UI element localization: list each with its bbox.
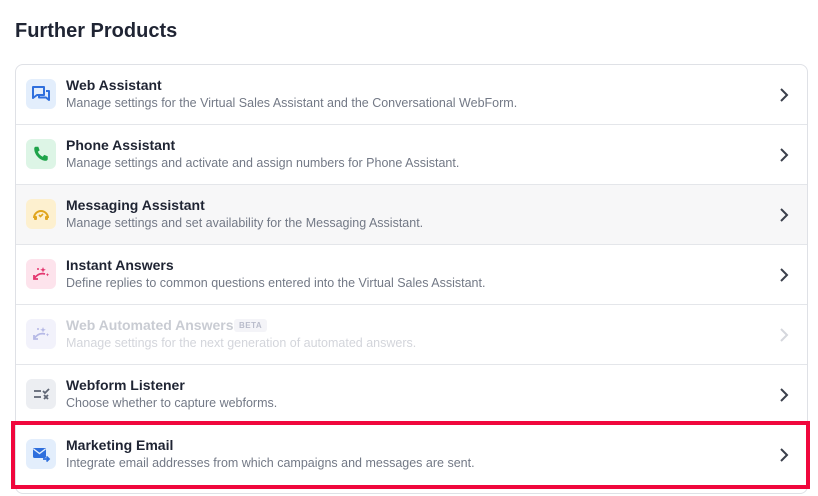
product-name: Phone Assistant (66, 137, 176, 153)
product-name: Messaging Assistant (66, 197, 205, 213)
product-description: Manage settings and activate and assign … (66, 156, 460, 170)
chevron-right-icon (780, 328, 789, 342)
product-row-marketing-email[interactable]: Marketing Email Integrate email addresse… (16, 425, 807, 485)
email-send-icon (26, 439, 56, 469)
sparkle-arrow-icon (26, 259, 56, 289)
product-description: Manage settings for the Virtual Sales As… (66, 96, 518, 110)
chevron-right-icon (780, 448, 789, 462)
checklist-icon (26, 379, 56, 409)
product-row-phone-assistant[interactable]: Phone Assistant Manage settings and acti… (16, 125, 807, 185)
chevron-right-icon (780, 148, 789, 162)
chevron-right-icon (780, 88, 789, 102)
phone-icon (26, 139, 56, 169)
sparkle-arrow-icon (26, 319, 56, 349)
product-description: Integrate email addresses from which cam… (66, 456, 475, 470)
product-description: Manage settings and set availability for… (66, 216, 424, 230)
product-name: Web Automated Answers (66, 317, 234, 333)
product-name: Marketing Email (66, 437, 174, 453)
product-description: Define replies to common questions enter… (66, 276, 486, 290)
page-title: Further Products (15, 20, 178, 42)
products-list: Web Assistant Manage settings for the Vi… (15, 64, 808, 494)
product-row-instant-answers[interactable]: Instant Answers Define replies to common… (16, 245, 807, 305)
messaging-icon (26, 199, 56, 229)
product-row-web-automated-answers: Web Automated Answers BETA Manage settin… (16, 305, 807, 365)
product-row-webform-listener[interactable]: Webform Listener Choose whether to captu… (16, 365, 807, 425)
product-name: Instant Answers (66, 257, 174, 273)
product-description: Manage settings for the next generation … (66, 336, 417, 350)
chat-bubbles-icon (26, 79, 56, 109)
product-row-web-assistant[interactable]: Web Assistant Manage settings for the Vi… (16, 65, 807, 125)
product-description: Choose whether to capture webforms. (66, 396, 278, 410)
product-name: Web Assistant (66, 77, 162, 93)
chevron-right-icon (780, 208, 789, 222)
chevron-right-icon (780, 268, 789, 282)
beta-badge: BETA (234, 319, 268, 332)
chevron-right-icon (780, 388, 789, 402)
product-row-messaging-assistant[interactable]: Messaging Assistant Manage settings and … (16, 185, 807, 245)
product-name: Webform Listener (66, 377, 185, 393)
